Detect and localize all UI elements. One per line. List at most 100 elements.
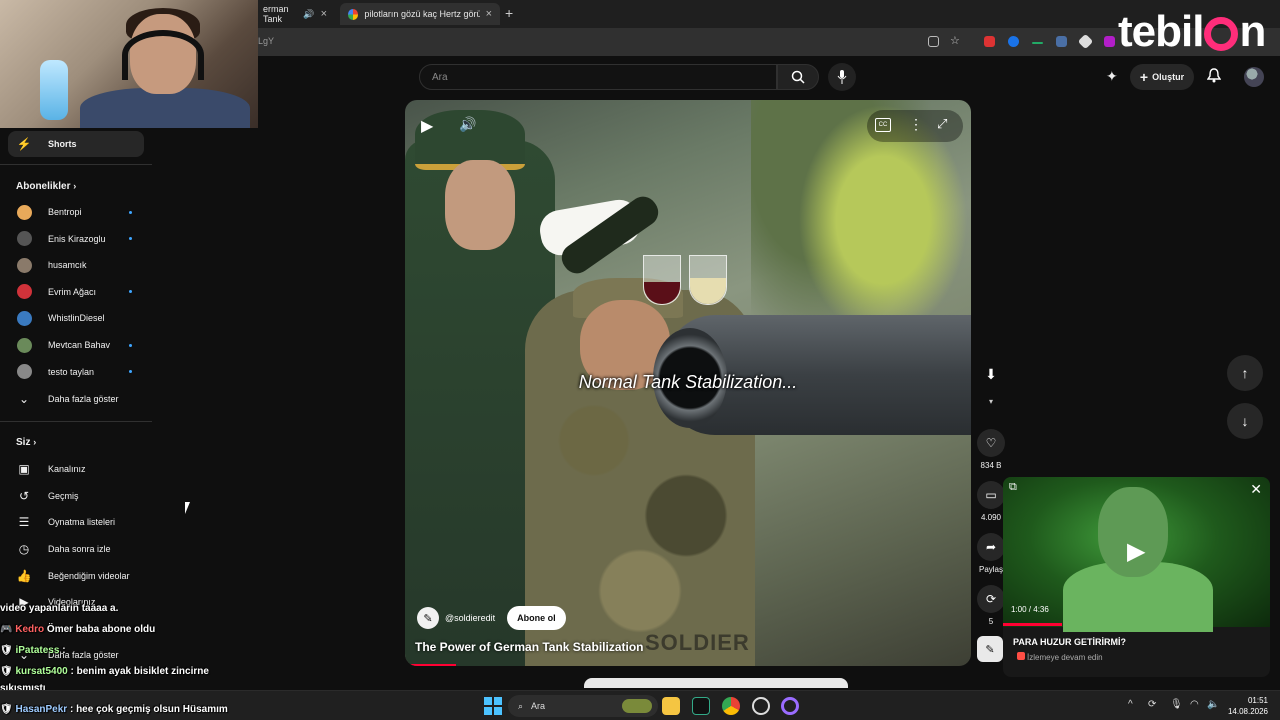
browser-tab[interactable]: erman Tank 🔊 ×: [255, 3, 335, 25]
chat-message: 🛡 HasanPekr : hee çok geçmiş olsun Hüsam…: [0, 704, 228, 715]
channel-name: Evrim Ağacı: [48, 286, 97, 297]
sidebar-channel-item[interactable]: Evrim Ağacı: [8, 279, 144, 305]
subscriptions-heading[interactable]: Abonelikler ›: [16, 181, 76, 192]
shorts-icon: ⚡: [16, 137, 32, 151]
sidebar-item-shorts[interactable]: ⚡ Shorts: [8, 131, 144, 157]
bell-icon[interactable]: [1206, 68, 1222, 86]
install-icon[interactable]: [928, 36, 939, 47]
next-video-button[interactable]: ↓: [1227, 403, 1263, 439]
refresh-icon[interactable]: ⟳: [1148, 699, 1156, 710]
captions-icon[interactable]: CC: [875, 118, 891, 132]
new-tab-button[interactable]: +: [505, 5, 513, 21]
download-icon: ⬇: [985, 366, 997, 382]
video-progress-bar[interactable]: [405, 664, 456, 666]
extension-icon[interactable]: [1032, 42, 1043, 44]
extension-icon[interactable]: [984, 36, 995, 47]
shorts-video-player[interactable]: Normal Tank Stabilization... SOLDIER ▶ 🔊…: [405, 100, 971, 666]
chrome-icon[interactable]: [722, 697, 740, 715]
sidebar-channel-item[interactable]: Enis Kirazoglu: [8, 226, 144, 252]
download-button[interactable]: ⬇ ▾: [977, 366, 1005, 406]
history-icon: ↺: [18, 489, 30, 503]
extension-icon[interactable]: [1104, 36, 1115, 47]
share-button[interactable]: ➦ Paylaş: [977, 533, 1005, 574]
star-icon[interactable]: ☆: [950, 34, 961, 47]
sidebar-channel-item[interactable]: testo taylan: [8, 359, 144, 385]
close-icon[interactable]: ✕: [1250, 481, 1262, 498]
mic-icon: [837, 70, 847, 84]
sidebar-channel-item[interactable]: Bentropi: [8, 199, 144, 225]
comment-button[interactable]: ▭ 4.090: [977, 481, 1005, 522]
close-icon[interactable]: ×: [486, 8, 492, 20]
voice-search-button[interactable]: [828, 63, 856, 91]
extension-icon[interactable]: [1008, 36, 1019, 47]
gemini-icon[interactable]: ✦: [1106, 68, 1118, 85]
obs-icon[interactable]: [781, 697, 799, 715]
webcam-overlay: [0, 0, 258, 128]
close-icon[interactable]: ×: [321, 8, 327, 20]
sidebar-item-history[interactable]: ↺ Geçmiş: [8, 483, 144, 509]
video-title[interactable]: The Power of German Tank Stabilization: [415, 640, 643, 654]
chat-message: 🛡 kursat5400 : benim ayak bisiklet zinci…: [0, 666, 209, 677]
speaker-icon[interactable]: 🔈: [1207, 699, 1219, 710]
video-controls-group: CC ⋮ ⤢: [867, 110, 963, 142]
sidebar-item-your-channel[interactable]: ▣ Kanalınız: [8, 456, 144, 482]
account-avatar[interactable]: [1244, 67, 1264, 87]
show-more-button[interactable]: ⌄ Daha fazla göster: [8, 386, 144, 412]
like-button[interactable]: ♡ 834 B: [977, 429, 1005, 470]
mini-player-title[interactable]: PARA HUZUR GETİRİRMİ?: [1013, 637, 1126, 647]
extension-icon[interactable]: [1056, 36, 1067, 47]
sidebar-channel-item[interactable]: WhistlinDiesel: [8, 305, 144, 331]
clock-date: 14.08.2026: [1227, 707, 1268, 716]
play-icon[interactable]: ▶: [421, 116, 433, 136]
previous-video-button[interactable]: ↑: [1227, 355, 1263, 391]
subscribe-button[interactable]: Abone ol: [507, 606, 566, 630]
url-text: LgY: [258, 36, 275, 46]
new-content-dot: [129, 370, 132, 374]
terminal-icon[interactable]: [692, 697, 710, 715]
video-watermark: SOLDIER: [645, 630, 750, 655]
create-button[interactable]: + Oluştur: [1130, 64, 1194, 90]
file-explorer-icon[interactable]: [662, 697, 680, 715]
browser-tab-active[interactable]: pilotların gözü kaç Hertz görüy ×: [340, 3, 500, 25]
steam-icon[interactable]: [752, 697, 770, 715]
comment-count: 4.090: [980, 513, 1002, 522]
clock-icon: ◷: [18, 542, 30, 556]
tray-chevron-icon[interactable]: ^: [1128, 699, 1133, 710]
mini-player-subtitle: İzlemeye devam edin: [1027, 653, 1103, 662]
mini-player-progress[interactable]: [1003, 623, 1062, 626]
wifi-icon[interactable]: ◠: [1190, 699, 1199, 710]
mini-player[interactable]: ⧉ ✕ ▶ 1:00 / 4:36 PARA HUZUR GETİRİRMİ? …: [1003, 477, 1270, 677]
search-input[interactable]: Ara: [419, 64, 777, 90]
next-short-preview: [584, 678, 848, 688]
mic-icon[interactable]: 🎙: [1170, 699, 1183, 710]
channel-name: WhistlinDiesel: [48, 313, 105, 324]
picture-in-picture-icon[interactable]: ⧉: [1009, 481, 1017, 494]
remix-button[interactable]: ⟳ 5: [977, 585, 1005, 626]
tebilon-logo: tebil n: [1118, 7, 1266, 56]
channel-icon: ▣: [18, 462, 30, 476]
you-heading[interactable]: Siz ›: [16, 437, 36, 448]
channel-handle[interactable]: @soldieredit: [445, 613, 495, 623]
sidebar-item-watch-later[interactable]: ◷ Daha sonra izle: [8, 536, 144, 562]
channel-avatar[interactable]: ✎: [417, 607, 439, 629]
fullscreen-icon[interactable]: ⤢: [937, 116, 947, 132]
play-icon[interactable]: ▶: [1127, 537, 1145, 566]
extension-icon[interactable]: [1077, 33, 1094, 50]
sidebar-item-liked-videos[interactable]: 👍 Beğendiğim videolar: [8, 563, 144, 589]
chevron-down-icon: ⌄: [18, 392, 30, 406]
sidebar-channel-item[interactable]: Mevtcan Bahav: [8, 332, 144, 358]
search-button[interactable]: [777, 64, 819, 90]
channel-avatar-small[interactable]: ✎: [977, 636, 1003, 662]
new-content-dot: [129, 343, 132, 347]
sidebar-item-label: Shorts: [48, 139, 77, 149]
like-icon: ♡: [977, 429, 1005, 457]
more-icon[interactable]: ⋮: [909, 116, 923, 133]
volume-icon[interactable]: 🔊: [459, 116, 476, 133]
system-clock[interactable]: 01:51 14.08.2026: [1228, 695, 1268, 717]
chat-message: 🛡 iPatatess :: [0, 645, 66, 656]
sidebar-item-playlists[interactable]: ☰ Oynatma listeleri: [8, 509, 144, 535]
sidebar-channel-item[interactable]: husamcık: [8, 252, 144, 278]
taskbar-search[interactable]: ⌕ Ara: [508, 695, 658, 717]
windows-start-icon[interactable]: [484, 697, 502, 715]
arrow-down-icon: ↓: [1241, 413, 1249, 429]
